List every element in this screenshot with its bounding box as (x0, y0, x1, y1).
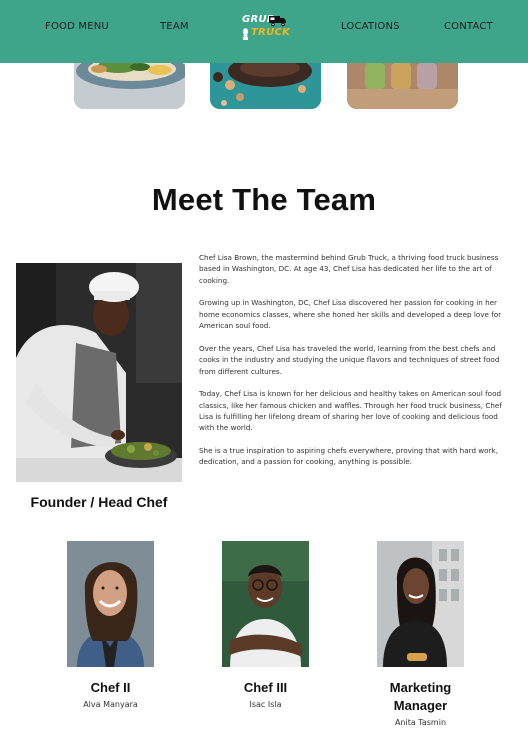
logo-text-truck: TRUCK (251, 27, 291, 38)
founder-photo (16, 263, 182, 482)
bio-paragraph: Growing up in Washington, DC, Chef Lisa … (199, 298, 502, 331)
team-member-photo-marketing-manager (377, 541, 464, 667)
team-member-name: Anita Tasmin (394, 718, 447, 727)
team-member-photo-chef-iii (222, 541, 309, 667)
team-member-role: Chef II (90, 680, 131, 695)
bio-paragraph: Today, Chef Lisa is known for her delici… (199, 389, 502, 433)
team-member-name: Alva Manyara (83, 700, 138, 709)
top-navigation-bar: FOOD MENU TEAM GRUB TRUCK LOCATIONS CONT… (0, 0, 528, 63)
bio-paragraph: Chef Lisa Brown, the mastermind behind G… (199, 253, 499, 285)
founder-role-title: Founder / Head Chef (30, 494, 168, 510)
nav-link-food-menu[interactable]: FOOD MENU (45, 21, 109, 32)
truck-icon (269, 16, 286, 27)
team-member-photo-chef-ii (67, 541, 154, 667)
team-member-role: Chef III (243, 680, 288, 695)
section-title: Meet The Team (151, 182, 377, 217)
team-member-role: Marketing Manager (362, 679, 479, 715)
bio-paragraph: Over the years, Chef Lisa has traveled t… (199, 343, 500, 376)
nav-link-contact[interactable]: CONTACT (444, 21, 493, 32)
chef-hat-icon (243, 28, 248, 40)
nav-link-team[interactable]: TEAM (160, 21, 189, 32)
team-member-name: Isac Isla (249, 700, 282, 709)
food-photo-dessert (210, 63, 321, 109)
grub-truck-logo[interactable]: GRUB TRUCK (240, 12, 290, 42)
food-photo-juices (347, 63, 458, 109)
team-member-role-line: Marketing (389, 680, 452, 695)
food-photo-salad (74, 63, 185, 109)
bio-paragraph: She is a true inspiration to aspiring ch… (199, 446, 498, 467)
founder-bio: Chef Lisa Brown, the mastermind behind G… (199, 252, 513, 479)
team-member-role-line: Manager (393, 698, 448, 713)
nav-link-locations[interactable]: LOCATIONS (341, 21, 400, 32)
